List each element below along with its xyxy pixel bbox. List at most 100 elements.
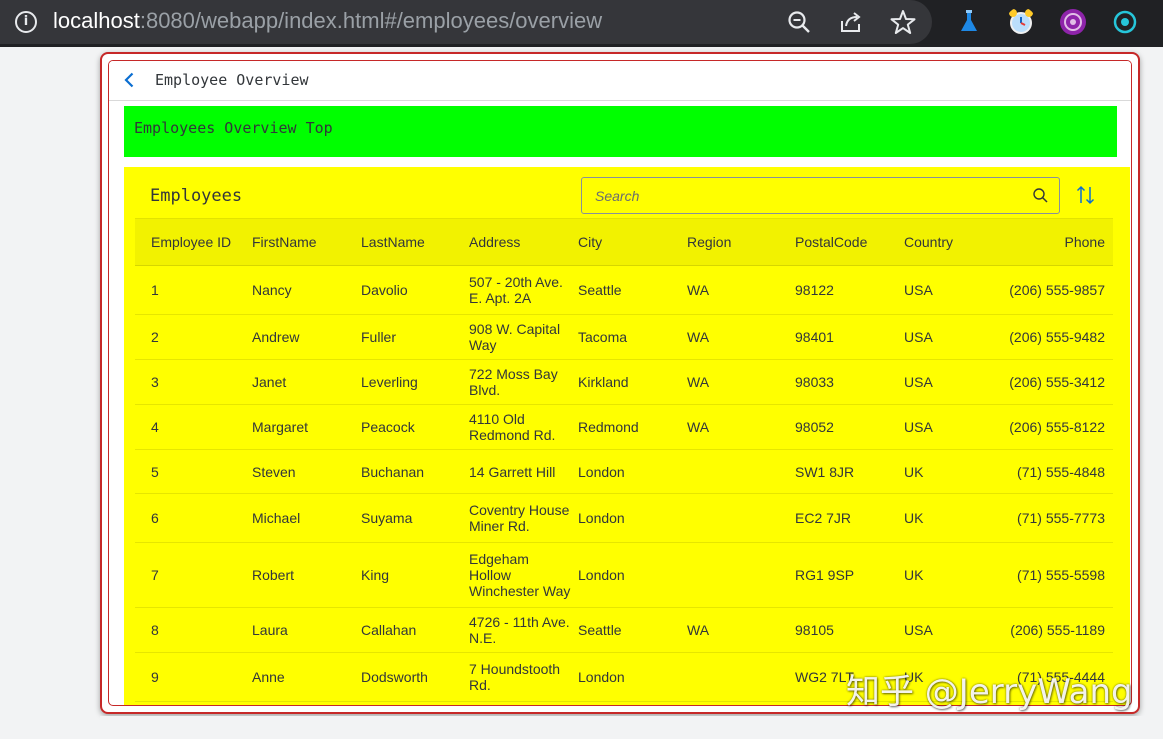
cell-phone: (71) 555-7773 [1017, 510, 1105, 526]
cell-region [687, 494, 789, 542]
cell-address: 722 Moss Bay Blvd. [469, 366, 558, 398]
search-input[interactable]: Search [581, 177, 1060, 214]
cell-region: WA [687, 329, 710, 345]
column-header-address[interactable]: Address [469, 219, 571, 265]
cell-lastname: Peacock [361, 419, 415, 435]
cell-city: Seattle [578, 282, 622, 298]
employees-table: Employee ID FirstName LastName Address C… [135, 218, 1113, 702]
cell-postalcode: SW1 8JR [795, 463, 855, 480]
cell-employee-id: 2 [151, 329, 159, 345]
extension-flask-icon[interactable] [954, 7, 984, 37]
cell-city: London [578, 567, 625, 583]
cell-postalcode: 98052 [795, 419, 834, 435]
cell-phone: (206) 555-8122 [1009, 419, 1105, 435]
column-header-employee-id[interactable]: Employee ID [151, 219, 246, 265]
cell-firstname: Janet [252, 374, 287, 390]
column-header-postalcode[interactable]: PostalCode [795, 219, 897, 265]
cell-region: WA [687, 374, 710, 390]
cell-firstname: Robert [252, 567, 295, 583]
cell-phone: (71) 555-5598 [1017, 567, 1105, 583]
sort-icon[interactable] [1074, 183, 1098, 207]
cell-postalcode: EC2 7JR [795, 510, 852, 526]
extension-teal-icon[interactable] [1110, 7, 1140, 37]
cell-region [687, 450, 789, 493]
cell-lastname: Davolio [361, 282, 408, 298]
extension-alarm-icon[interactable] [1006, 7, 1036, 37]
cell-employee-id: 7 [151, 567, 159, 583]
table-row[interactable]: 1 Nancy Davolio 507 - 20th Ave. E. Apt. 2A S… [135, 266, 1113, 315]
cell-address: Coventry House Miner Rd. [469, 502, 570, 534]
cell-address: 14 Garrett Hill [469, 463, 556, 480]
column-header-firstname[interactable]: FirstName [252, 219, 354, 265]
table-row[interactable]: 5 Steven Buchanan 14 Garrett Hill London SW1 … [135, 450, 1113, 494]
url-path: :8080/webapp/index.html#/employees/overv… [139, 8, 603, 33]
cell-postalcode: 98033 [795, 374, 834, 390]
table-row[interactable]: 3 Janet Leverling 722 Moss Bay Blvd. Kirklan… [135, 360, 1113, 405]
cell-city: Tacoma [578, 329, 628, 345]
cell-employee-id: 1 [151, 282, 159, 298]
cell-address: 908 W. Capital Way [469, 321, 561, 353]
cell-address: 507 - 20th Ave. E. Apt. 2A [469, 274, 563, 306]
table-row[interactable]: 6 Michael Suyama Coventry House Miner Rd. Lo… [135, 494, 1113, 543]
cell-lastname: Buchanan [361, 463, 425, 480]
cell-lastname: Suyama [361, 510, 413, 526]
address-bar[interactable]: i localhost:8080/webapp/index.html#/empl… [0, 0, 932, 44]
bookmark-star-icon[interactable] [889, 8, 917, 36]
cell-city: London [578, 669, 625, 685]
url-text[interactable]: localhost:8080/webapp/index.html#/employ… [53, 8, 602, 34]
cell-employee-id: 9 [151, 669, 159, 685]
cell-lastname: Dodsworth [361, 669, 428, 685]
employees-table-panel: Employees Search Employee ID FirstName L… [124, 167, 1130, 705]
page-footer-background [100, 716, 1163, 739]
app-background [0, 47, 100, 739]
cell-city: Redmond [578, 419, 639, 435]
cell-region [687, 543, 789, 607]
search-placeholder: Search [595, 188, 640, 204]
column-header-phone[interactable]: Phone [975, 219, 1105, 265]
cell-employee-id: 3 [151, 374, 159, 390]
cell-employee-id: 6 [151, 510, 159, 526]
cell-phone: (206) 555-3412 [1009, 374, 1105, 390]
cell-firstname: Anne [252, 669, 285, 685]
zoom-icon[interactable] [785, 8, 813, 36]
watermark: 知乎 @JerryWang [846, 672, 1133, 712]
cell-address: Edgeham Hollow Winchester Way [469, 551, 571, 599]
cell-postalcode: RG1 9SP [795, 567, 855, 583]
cell-region: WA [687, 419, 710, 435]
share-icon[interactable] [837, 8, 865, 36]
cell-firstname: Steven [252, 463, 296, 480]
cell-lastname: Callahan [361, 622, 417, 638]
cell-address: 4726 - 11th Ave. N.E. [469, 614, 570, 646]
info-icon[interactable]: i [15, 11, 37, 33]
cell-address: 7 Houndstooth Rd. [469, 661, 561, 693]
column-header-region[interactable]: Region [687, 219, 789, 265]
cell-lastname: King [361, 567, 390, 583]
cell-city: London [578, 463, 625, 480]
url-host: localhost [53, 8, 140, 33]
cell-lastname: Leverling [361, 374, 418, 390]
table-row[interactable]: 7 Robert King Edgeham Hollow Winchester Way… [135, 543, 1113, 608]
cell-phone: (206) 555-9857 [1009, 282, 1105, 298]
cell-firstname: Laura [252, 622, 288, 638]
cell-employee-id: 4 [151, 419, 159, 435]
table-row[interactable]: 8 Laura Callahan 4726 - 11th Ave. N.E. Seatt… [135, 608, 1113, 653]
extension-purple-icon[interactable] [1058, 7, 1088, 37]
cell-firstname: Andrew [252, 329, 300, 345]
cell-city: London [578, 510, 625, 526]
top-panel: Employees Overview Top [124, 106, 1117, 157]
search-icon[interactable] [1032, 187, 1049, 204]
column-header-lastname[interactable]: LastName [361, 219, 463, 265]
browser-toolbar: i localhost:8080/webapp/index.html#/empl… [0, 0, 1163, 47]
table-row[interactable]: 4 Margaret Peacock 4110 Old Redmond Rd. Redm… [135, 405, 1113, 450]
table-row[interactable]: 2 Andrew Fuller 908 W. Capital Way Tacoma WA 9… [135, 315, 1113, 360]
cell-address: 4110 Old Redmond Rd. [469, 411, 556, 443]
cell-postalcode: 98105 [795, 622, 834, 638]
app-frame-inner: Employee Overview Employees Overview Top… [108, 60, 1132, 706]
cell-postalcode: 98122 [795, 282, 834, 298]
column-header-city[interactable]: City [578, 219, 680, 265]
cell-phone: (206) 555-9482 [1009, 329, 1105, 345]
cell-region: WA [687, 282, 710, 298]
back-button[interactable] [119, 69, 141, 91]
cell-lastname: Fuller [361, 329, 397, 345]
cell-region: WA [687, 622, 710, 638]
